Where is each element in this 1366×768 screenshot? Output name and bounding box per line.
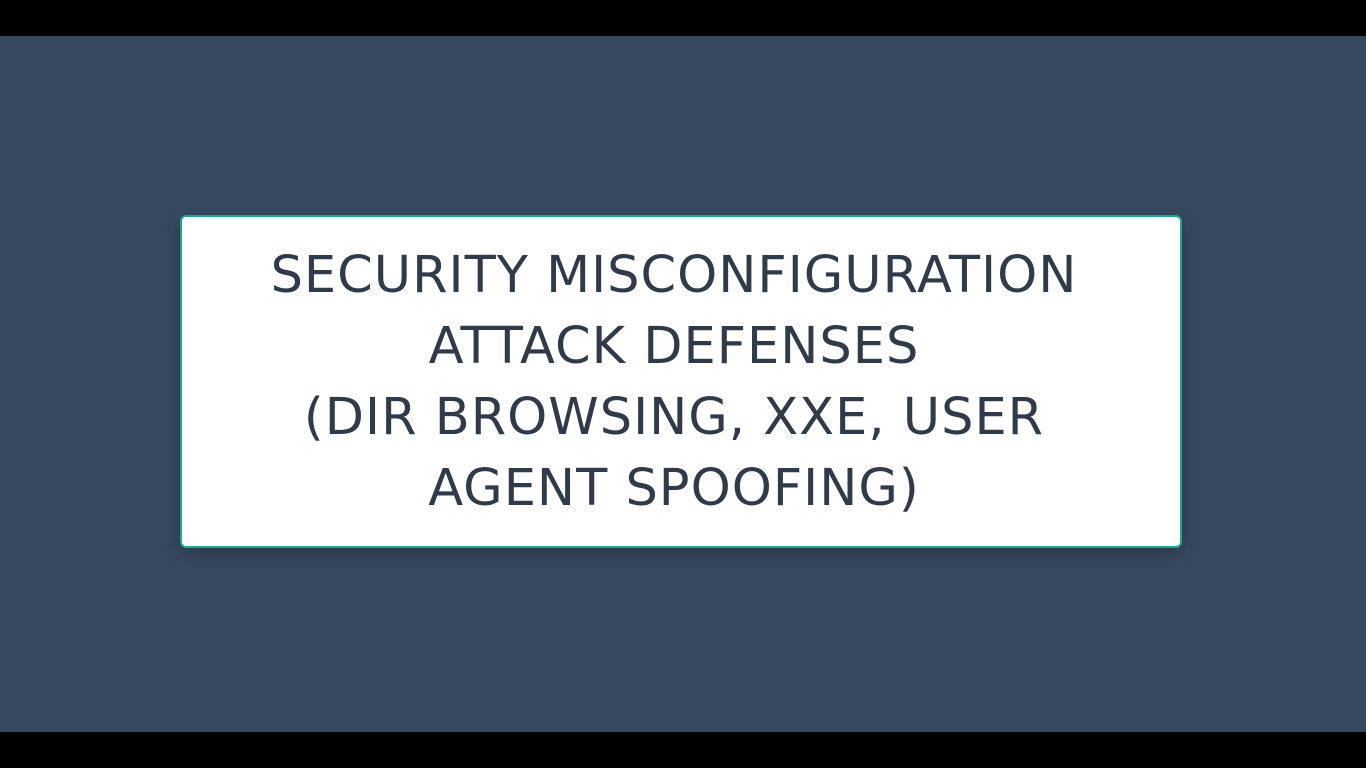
title-line-3: (DIR BROWSING, XXE, USER (303, 387, 1045, 447)
title-line-2: ATTACK DEFENSES (428, 316, 920, 376)
title-line-4: AGENT SPOOFING) (428, 458, 920, 518)
letterbox-top (0, 0, 1366, 36)
video-slide: SECURITY MISCONFIGURATION ATTACK DEFENSE… (0, 36, 1366, 732)
title-card: SECURITY MISCONFIGURATION ATTACK DEFENSE… (180, 215, 1182, 548)
title-line-1: SECURITY MISCONFIGURATION (270, 245, 1078, 305)
letterbox-bottom (0, 732, 1366, 768)
